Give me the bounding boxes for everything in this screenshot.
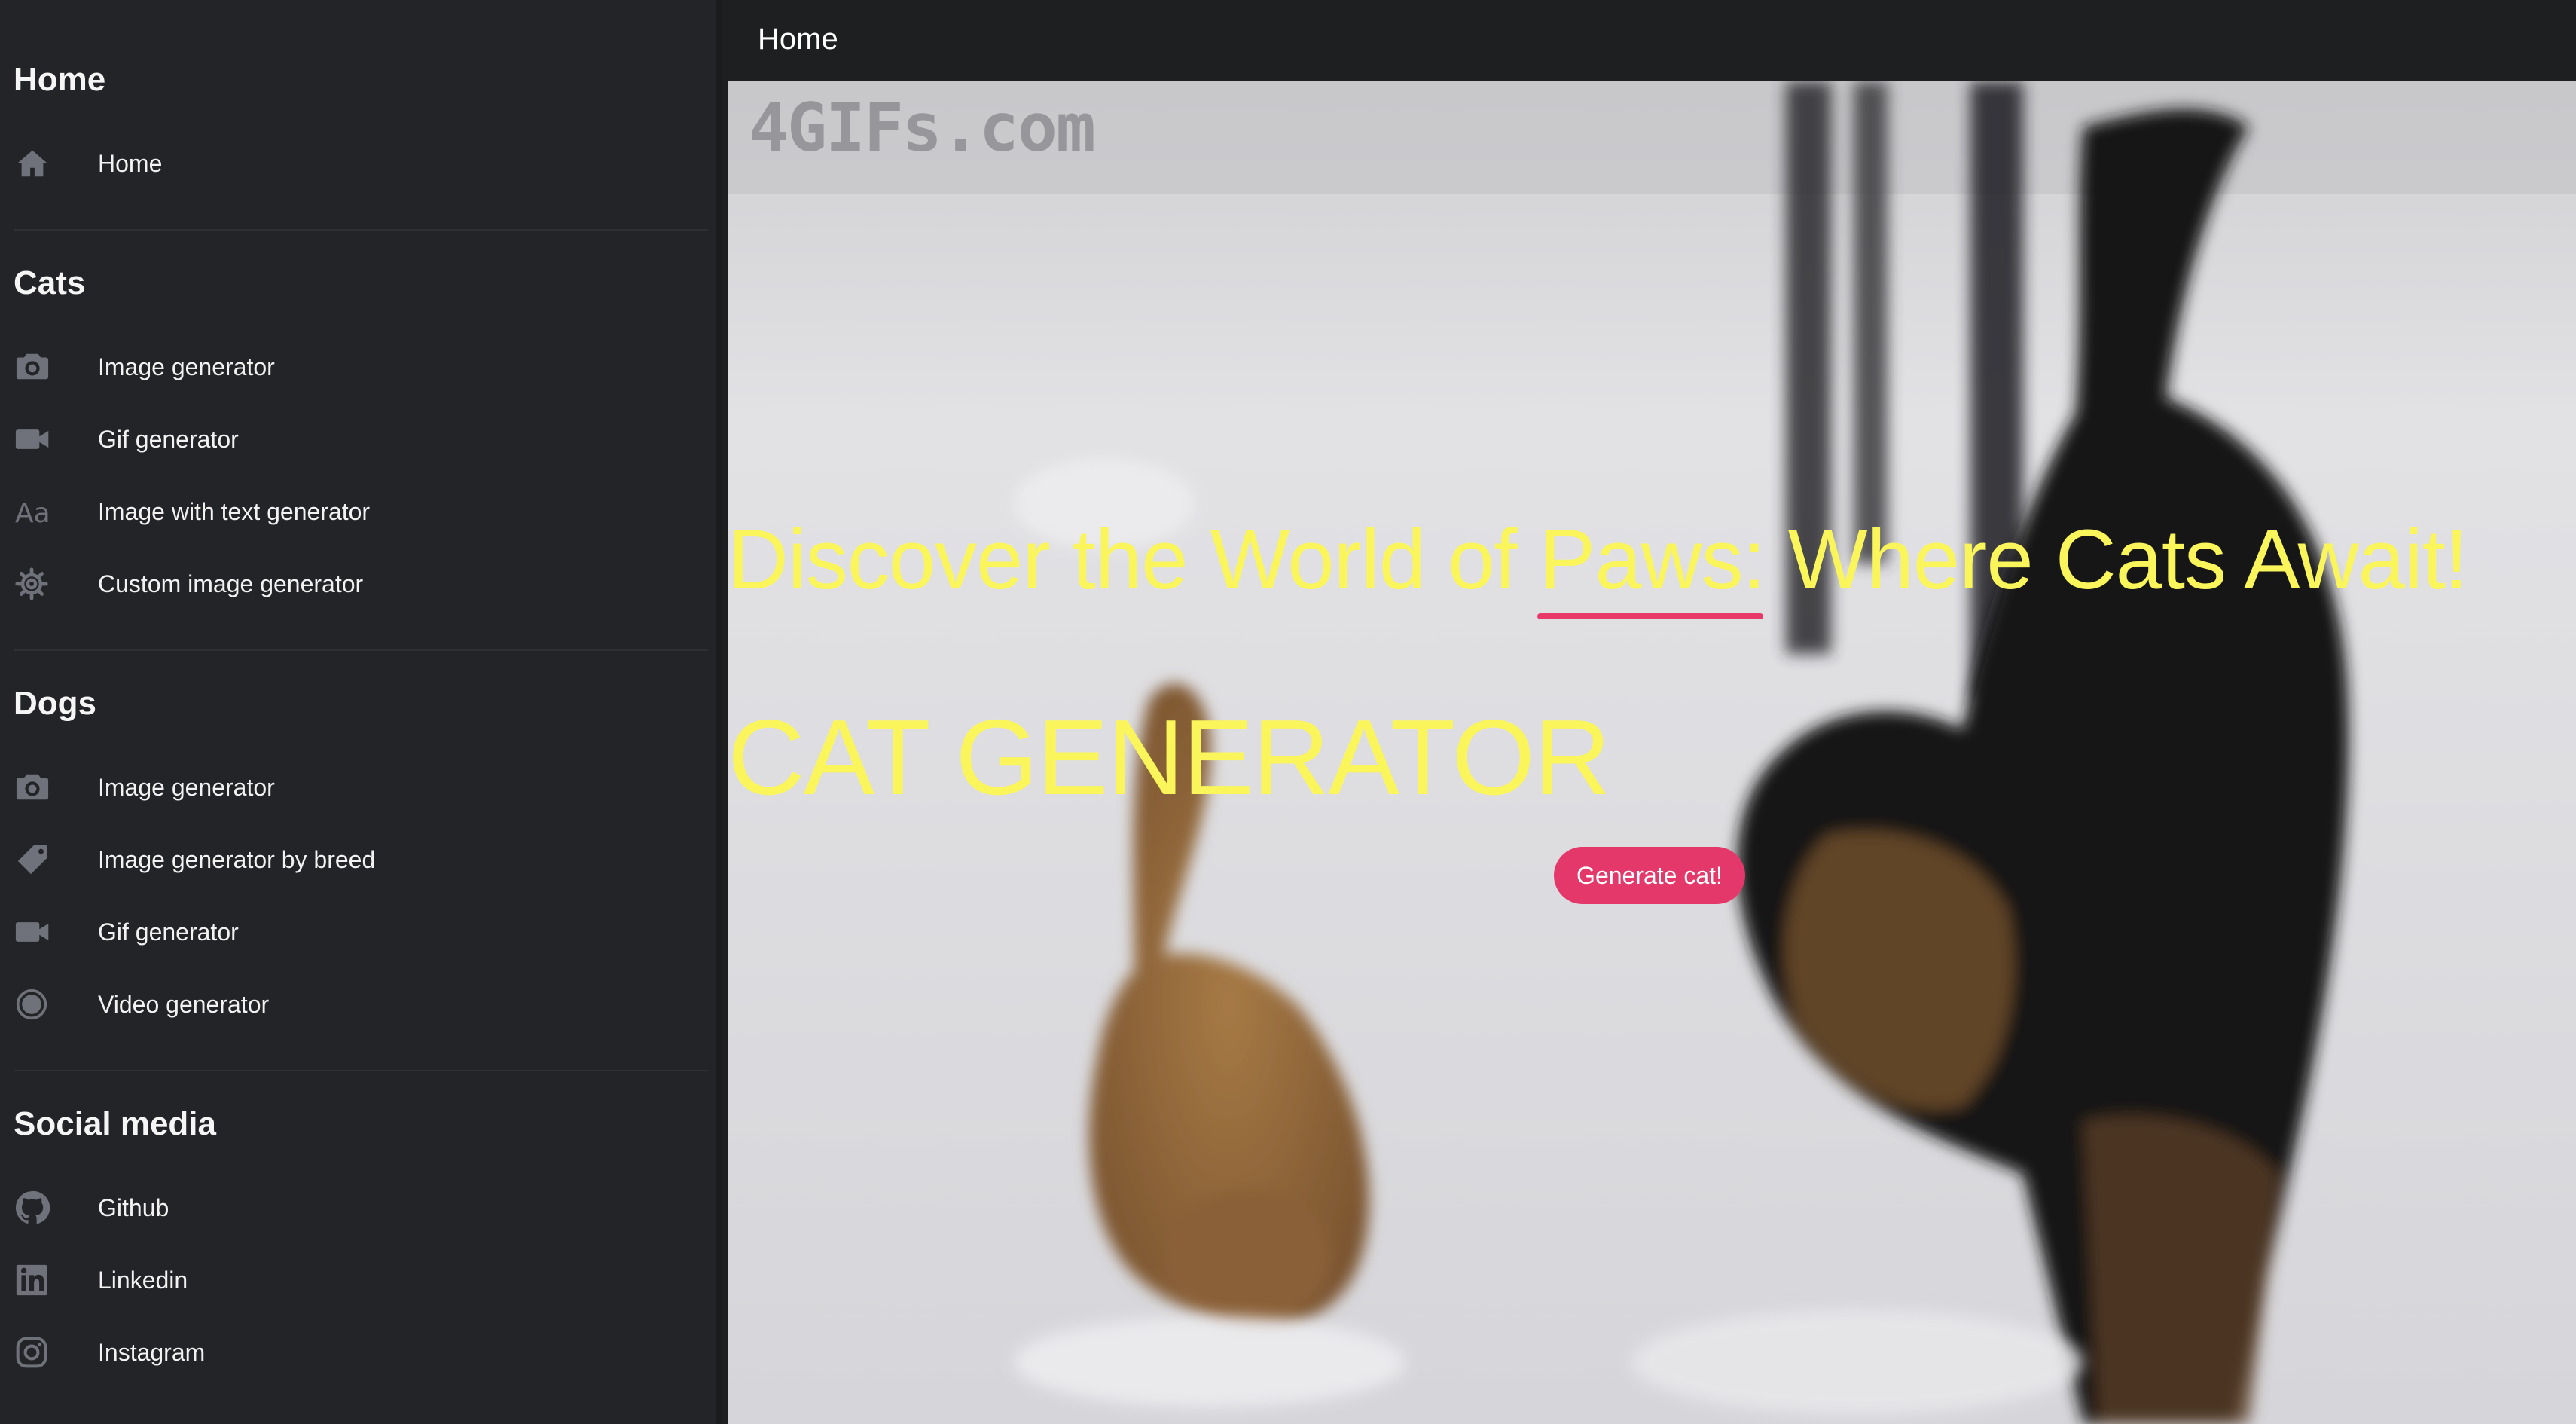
gear-icon [14, 561, 75, 607]
sidebar-item-cats-image-generator[interactable]: Image generator [14, 337, 691, 397]
sidebar-item-dogs-video-generator[interactable]: Video generator [14, 974, 691, 1034]
divider [14, 229, 708, 231]
sidebar-item-label: Video generator [98, 990, 270, 1018]
sidebar-item-dogs-image-generator-by-breed[interactable]: Image generator by breed [14, 830, 691, 890]
section-title-home: Home [14, 61, 106, 98]
sidebar-item-label: Image generator [98, 353, 275, 380]
sidebar-item-dogs-image-generator[interactable]: Image generator [14, 757, 691, 817]
sidebar-item-label: Home [98, 149, 163, 177]
generate-cat-button[interactable]: Generate cat! [1554, 847, 1745, 904]
sidebar-item-cats-image-with-text-generator[interactable]: Aa Image with text generator [14, 481, 691, 542]
hero-title: CAT GENERATOR [728, 698, 1611, 817]
sidebar-item-label: Image generator [98, 773, 275, 801]
divider [14, 649, 708, 651]
tag-icon [14, 837, 75, 882]
sidebar-item-cats-custom-image-generator[interactable]: Custom image generator [14, 554, 691, 614]
sidebar-item-linkedin[interactable]: Linkedin [14, 1250, 691, 1310]
sidebar-item-label: Github [98, 1193, 169, 1221]
top-bar: Home [722, 0, 2576, 81]
accent-divider [1537, 613, 1763, 619]
section-title-dogs: Dogs [14, 685, 96, 722]
hero-tagline: Discover the World of Paws: Where Cats A… [728, 512, 2468, 607]
watermark-text: 4GIFs.com [749, 89, 1096, 167]
section-title-social-media: Social media [14, 1105, 217, 1142]
sidebar: Home Home Cats Image generator Gif gener… [0, 0, 722, 1424]
camera-icon [14, 344, 75, 390]
home-icon [14, 141, 75, 186]
sidebar-item-cats-gif-generator[interactable]: Gif generator [14, 409, 691, 469]
video-camera-icon [14, 909, 75, 955]
sidebar-item-label: Custom image generator [98, 570, 364, 597]
divider [14, 1070, 708, 1071]
sidebar-item-label: Image generator by breed [98, 845, 376, 873]
sidebar-item-label: Image with text generator [98, 497, 371, 525]
record-icon [14, 982, 75, 1027]
font-size-icon: Aa [14, 489, 75, 534]
sidebar-item-label: Instagram [98, 1338, 206, 1366]
sidebar-item-dogs-gif-generator[interactable]: Gif generator [14, 902, 691, 962]
camera-icon [14, 765, 75, 810]
sidebar-item-label: Gif generator [98, 425, 239, 453]
sidebar-item-github[interactable]: Github [14, 1178, 691, 1238]
svg-text:Aa: Aa [15, 498, 50, 527]
linkedin-icon [14, 1257, 75, 1303]
github-icon [14, 1185, 75, 1230]
page-title: Home [758, 23, 838, 56]
sidebar-item-home[interactable]: Home [14, 133, 691, 194]
instagram-icon [14, 1330, 75, 1375]
sidebar-item-label: Linkedin [98, 1266, 188, 1294]
hero-section: 4GIFs.com Discover the World of Paws: Wh… [728, 81, 2576, 1424]
sidebar-item-label: Gif generator [98, 918, 239, 946]
video-camera-icon [14, 417, 75, 462]
section-title-cats: Cats [14, 264, 86, 301]
sidebar-item-instagram[interactable]: Instagram [14, 1322, 691, 1383]
